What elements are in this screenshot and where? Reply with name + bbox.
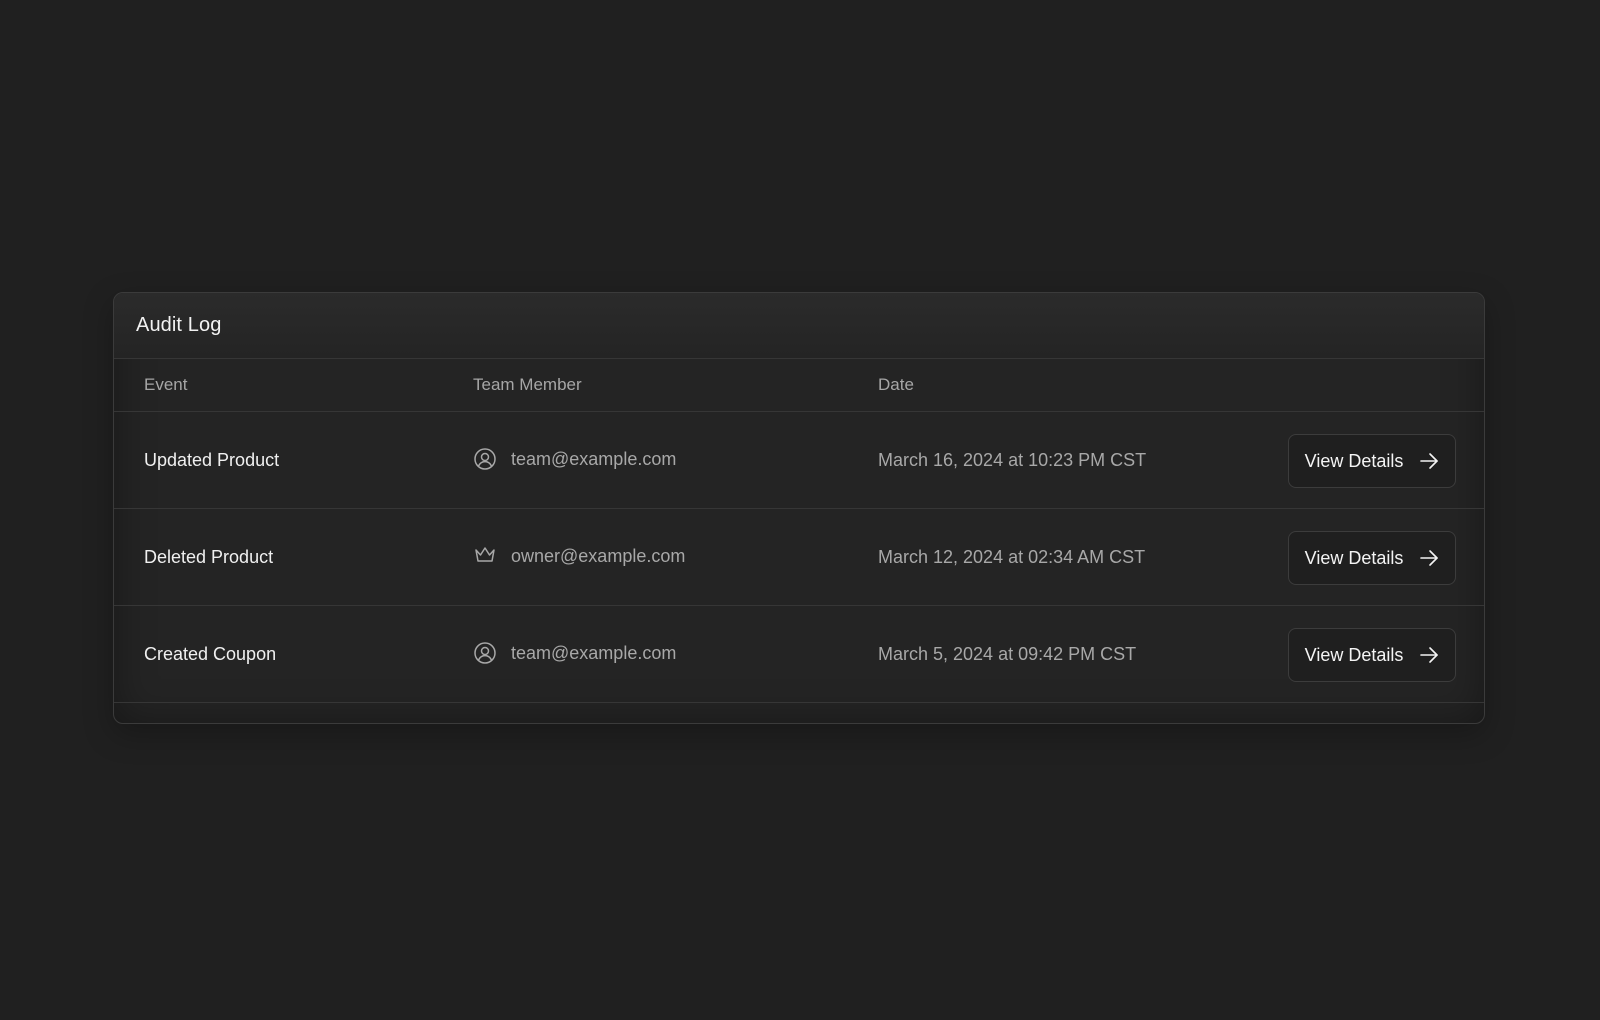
user-circle-icon — [473, 641, 497, 665]
date-cell: March 12, 2024 at 02:34 AM CST — [878, 547, 1146, 567]
view-details-button[interactable]: View Details — [1288, 434, 1456, 488]
view-details-button[interactable]: View Details — [1288, 531, 1456, 585]
arrow-right-icon — [1419, 645, 1439, 665]
event-cell: Deleted Product — [144, 547, 274, 567]
card-title: Audit Log — [136, 314, 222, 336]
table-header-row: Event Team Member Date — [114, 359, 1484, 412]
team-member-cell: team@example.com — [473, 641, 676, 665]
team-member-email: team@example.com — [511, 448, 677, 469]
user-circle-icon — [473, 447, 497, 471]
view-details-label: View Details — [1304, 644, 1404, 665]
arrow-right-icon — [1419, 451, 1439, 471]
date-cell: March 16, 2024 at 10:23 PM CST — [878, 450, 1147, 470]
team-member-cell: owner@example.com — [473, 544, 685, 568]
column-header-event: Event — [144, 375, 188, 394]
table-row: Deleted Product owner@example.com March … — [114, 509, 1484, 606]
card-header: Audit Log — [114, 293, 1484, 359]
view-details-button[interactable]: View Details — [1288, 628, 1456, 682]
column-header-date: Date — [878, 375, 914, 394]
event-cell: Created Coupon — [144, 644, 277, 664]
crown-icon — [473, 544, 497, 568]
column-header-team-member: Team Member — [473, 375, 582, 394]
table-row: Updated Product team@example.com March 1… — [114, 412, 1484, 509]
view-details-label: View Details — [1304, 450, 1404, 471]
team-member-email: owner@example.com — [511, 545, 686, 566]
table-row: Created Coupon team@example.com March 5,… — [114, 606, 1484, 703]
team-member-cell: team@example.com — [473, 447, 676, 471]
view-details-label: View Details — [1304, 547, 1404, 568]
arrow-right-icon — [1419, 548, 1439, 568]
date-cell: March 5, 2024 at 09:42 PM CST — [878, 644, 1137, 664]
event-cell: Updated Product — [144, 450, 280, 470]
audit-log-card: Audit Log Event Team Member Date Updated… — [113, 292, 1485, 724]
team-member-email: team@example.com — [511, 642, 677, 663]
